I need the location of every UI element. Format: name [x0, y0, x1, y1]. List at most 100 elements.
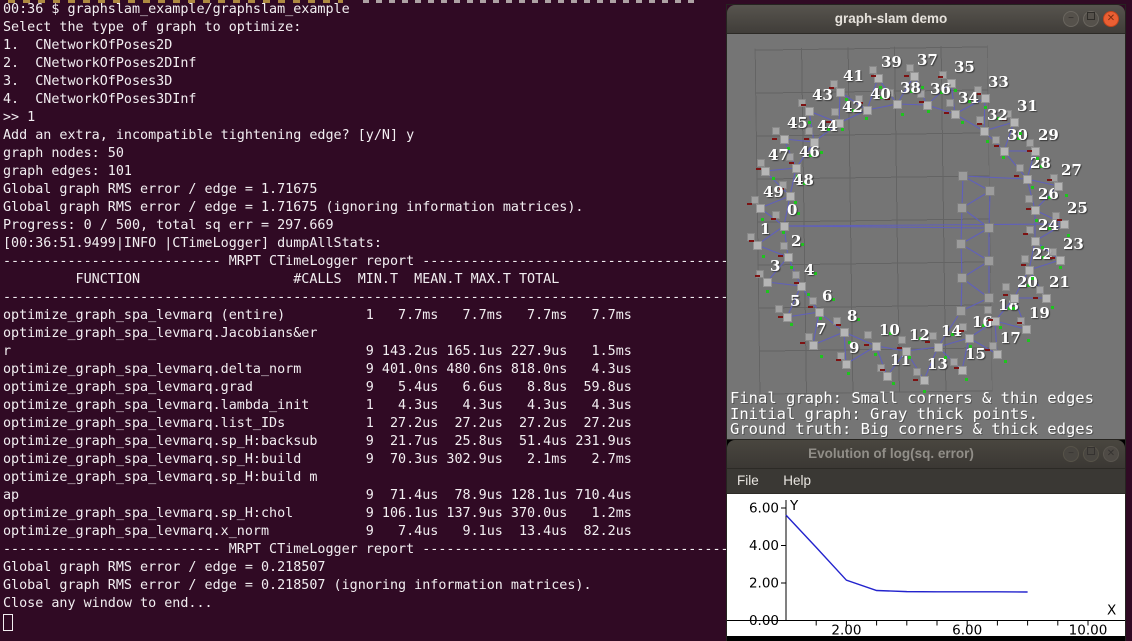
graph-node-label: 1 — [760, 222, 770, 237]
graph-node — [763, 278, 772, 287]
graph-node — [756, 204, 765, 213]
x-tick-label: 2.00 — [831, 623, 861, 637]
green-point-mark — [986, 140, 989, 143]
graph-node — [780, 135, 789, 144]
graph-node-label: 44 — [817, 119, 838, 134]
red-edge-mark — [804, 138, 809, 140]
graph-node — [902, 347, 911, 356]
green-point-mark — [921, 86, 924, 89]
graph-node-label: 25 — [1067, 201, 1088, 216]
graph-node-initial — [898, 336, 906, 344]
graph-node-label: 38 — [900, 81, 921, 96]
graph-node-label: 34 — [958, 91, 979, 106]
graph-canvas[interactable]: 0123456789101112131415161718192021222324… — [727, 34, 1125, 439]
graph-node-label: 20 — [1017, 275, 1038, 290]
graph-node-label: 13 — [927, 357, 948, 372]
plot-titlebar[interactable]: Evolution of log(sq. error) − ✕ — [727, 440, 1125, 469]
graph-node-label: 7 — [816, 322, 826, 337]
red-edge-mark — [1047, 179, 1052, 181]
graph-node — [761, 167, 770, 176]
maximize-button[interactable] — [1083, 11, 1099, 27]
red-edge-mark — [1021, 264, 1026, 266]
graph-node-initial — [913, 368, 921, 376]
graph-node-initial — [864, 331, 872, 339]
green-point-mark — [1002, 156, 1005, 159]
menu-bar: File Help — [727, 469, 1125, 494]
maximize-button[interactable] — [1083, 446, 1099, 462]
graph-node-initial — [805, 333, 813, 341]
menu-item-file[interactable]: File — [727, 469, 769, 493]
graph-node — [1031, 206, 1040, 215]
red-edge-mark — [985, 349, 990, 351]
graph-node-initial — [946, 99, 954, 107]
graph-node-initial — [831, 108, 839, 116]
green-point-mark — [790, 323, 793, 326]
green-point-mark — [1036, 157, 1039, 160]
graph-node-initial — [950, 358, 958, 366]
y-tick-label: 4.00 — [749, 538, 779, 554]
graph-node-label: 45 — [787, 116, 808, 131]
graph-titlebar[interactable]: graph-slam demo − ✕ — [727, 5, 1125, 34]
red-edge-mark — [1023, 233, 1028, 235]
red-edge-mark — [778, 316, 783, 318]
menu-item-help[interactable]: Help — [773, 469, 821, 493]
minimize-button[interactable]: − — [1063, 11, 1079, 27]
y-tick-label: 2.00 — [749, 576, 779, 592]
graph-node-label: 48 — [793, 173, 814, 188]
green-point-mark — [927, 110, 930, 113]
graph-node — [958, 366, 967, 375]
red-edge-mark — [938, 76, 943, 78]
x-tick-label: 6.00 — [952, 623, 982, 637]
graph-ghost-node — [984, 223, 994, 233]
green-point-mark — [865, 117, 868, 120]
red-edge-mark — [1017, 322, 1022, 324]
red-edge-mark — [1027, 150, 1032, 152]
graph-ghost-node — [957, 203, 967, 213]
graph-node-label: 16 — [972, 315, 993, 330]
green-point-mark — [797, 212, 800, 215]
graph-ghost-node — [957, 273, 967, 283]
graph-node — [1054, 182, 1063, 191]
graph-node-label: 47 — [768, 148, 789, 163]
red-edge-mark — [959, 330, 964, 332]
terminal-text: 00:36 $ graphslam_example/graphslam_exam… — [3, 1, 745, 613]
graph-node-label: 6 — [822, 289, 832, 304]
graph-ghost-node — [985, 186, 995, 196]
graph-node — [872, 342, 881, 351]
graph-node — [1025, 266, 1034, 275]
red-edge-mark — [1026, 208, 1031, 210]
green-point-mark — [1012, 307, 1015, 310]
green-point-mark — [1065, 194, 1068, 197]
screen: 00:36 $ graphslam_example/graphslam_exam… — [0, 0, 1132, 641]
minimize-button[interactable]: − — [1063, 446, 1079, 462]
graph-node-initial — [929, 332, 937, 340]
graph-node-label: 46 — [799, 145, 820, 160]
red-edge-mark — [789, 162, 794, 164]
graph-node-initial — [792, 271, 800, 279]
graph-node-label: 8 — [847, 309, 857, 324]
graph-node — [1010, 294, 1019, 303]
graph-node-initial — [1021, 255, 1029, 263]
graph-node-label: 10 — [879, 323, 900, 338]
graph-node — [1010, 118, 1019, 127]
graph-node-initial — [992, 136, 1000, 144]
graph-node — [863, 106, 872, 115]
graph-ghost-node — [956, 239, 966, 249]
graph-node — [893, 100, 902, 109]
graph-node-label: 33 — [988, 75, 1009, 90]
close-button[interactable]: ✕ — [1103, 446, 1119, 462]
green-point-mark — [801, 243, 804, 246]
green-point-mark — [847, 372, 850, 375]
graph-node-label: 28 — [1030, 156, 1051, 171]
graph-node — [951, 110, 960, 119]
close-button[interactable]: ✕ — [1103, 11, 1119, 27]
red-edge-mark — [944, 112, 949, 114]
green-point-mark — [1004, 360, 1007, 363]
graph-node-label: 39 — [881, 55, 902, 70]
graph-node-label: 43 — [812, 88, 833, 103]
red-edge-mark — [919, 101, 924, 103]
green-point-mark — [790, 266, 793, 269]
green-point-mark — [969, 345, 972, 348]
green-point-mark — [1027, 339, 1030, 342]
red-edge-mark — [880, 369, 885, 371]
